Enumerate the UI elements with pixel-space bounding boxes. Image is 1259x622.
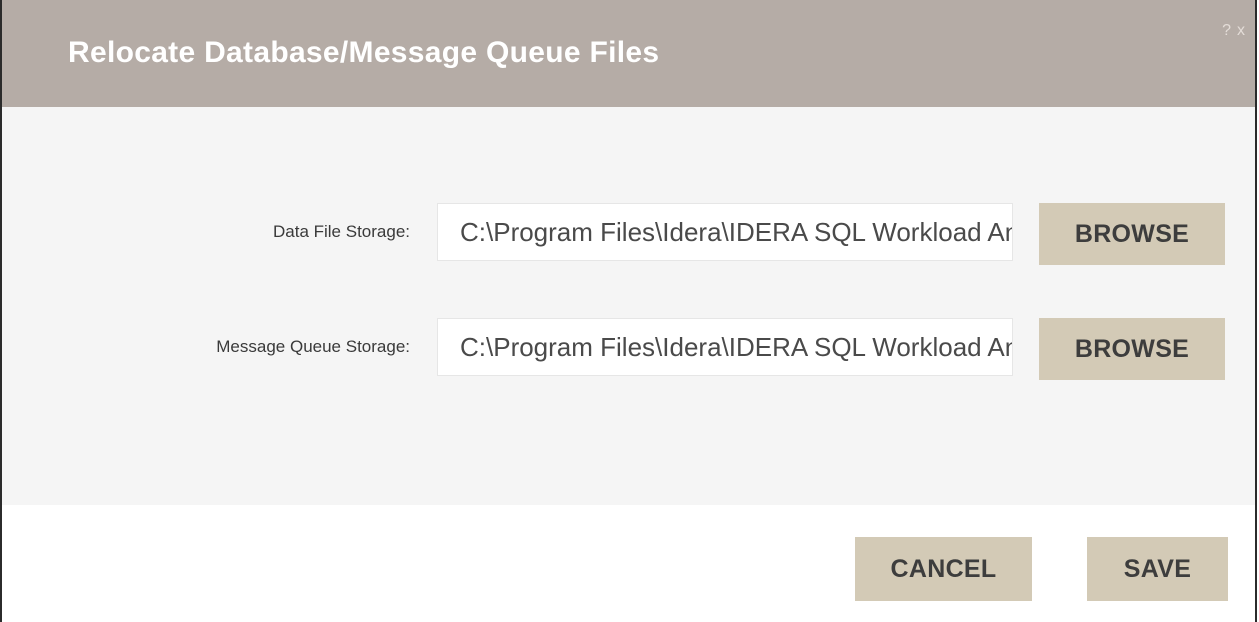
data-file-storage-input[interactable] [437,203,1013,261]
data-file-storage-label: Data File Storage: [272,222,410,241]
close-icon[interactable]: x [1237,22,1245,40]
message-queue-storage-label: Message Queue Storage: [216,337,410,356]
relocate-files-dialog: Relocate Database/Message Queue Files ? … [0,0,1257,622]
data-file-browse-button[interactable]: BROWSE [1039,203,1225,265]
title-bar: Relocate Database/Message Queue Files ? … [2,0,1255,107]
data-file-storage-row: Data File Storage: BROWSE [2,203,1255,265]
cancel-button[interactable]: CANCEL [855,537,1032,601]
message-queue-storage-input[interactable] [437,318,1013,376]
title-controls: ? x [1222,22,1245,40]
dialog-footer: CANCEL SAVE [2,505,1255,622]
message-queue-browse-button[interactable]: BROWSE [1039,318,1225,380]
dialog-title: Relocate Database/Message Queue Files [68,36,660,69]
save-button[interactable]: SAVE [1087,537,1228,601]
dialog-content: Data File Storage: BROWSE Message Queue … [2,107,1255,505]
message-queue-storage-row: Message Queue Storage: BROWSE [2,318,1255,380]
help-icon[interactable]: ? [1222,22,1231,40]
